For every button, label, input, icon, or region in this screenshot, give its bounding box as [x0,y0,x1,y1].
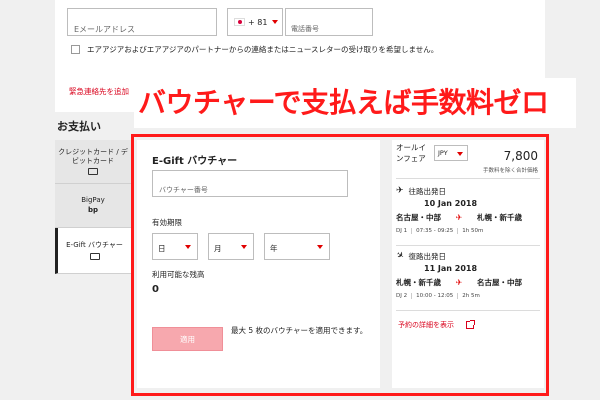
day-label: 日 [158,244,166,253]
voucher-number-input[interactable]: バウチャー番号 [152,170,348,197]
fare-label: オールインフェア [396,143,426,163]
divider [396,310,540,311]
flight-route: 札幌・新千歳 ✈ 名古屋・中部 [396,277,540,288]
promo-banner: バウチャーで支払えば手数料ゼロ [134,78,576,128]
view-booking-details-link[interactable]: 予約の詳細を表示 [398,320,475,330]
expiry-year-select[interactable]: 年 [264,233,330,260]
payment-method-egift[interactable]: E-Gift バウチャー [55,228,131,274]
payment-method-label: E-Gift バウチャー [66,241,123,250]
newsletter-label: エアアジアおよびエアアジアのパートナーからの連絡またはニュースレターの受け取りを… [87,45,439,54]
phone-field[interactable]: 電話番号 [285,8,373,36]
chevron-down-icon [457,152,463,156]
country-code-select[interactable]: + 81 [227,8,283,36]
flight-direction: 往路出発日 [408,186,447,196]
departure-plane-icon: ✈ [396,186,404,196]
flight-destination: 札幌・新千歳 [476,213,522,222]
fare-amount: 7,800 [503,149,538,163]
credit-card-icon [88,168,98,176]
flight-date: 10 Jan 2018 [424,199,478,208]
flight-origin: 名古屋・中部 [396,213,441,222]
expiry-day-select[interactable]: 日 [152,233,198,260]
gift-icon [89,252,100,260]
return-flight: ✈ 復路出発日 11 Jan 2018 札幌・新千歳 ✈ 名古屋・中部 DJ 2… [393,249,540,299]
flight-meta: DJ 2 10:00 - 12:05 2h 5m [396,293,540,299]
currency-select[interactable]: JPY [434,145,468,161]
flight-destination: 名古屋・中部 [476,278,522,287]
apply-voucher-button[interactable]: 適用 [152,327,223,351]
fare-note: 手数料を除く合計価格 [482,168,538,174]
flight-number: DJ 1 [396,228,413,234]
expiry-month-select[interactable]: 月 [208,233,254,260]
chevron-down-icon [241,245,247,249]
chevron-down-icon [317,245,323,249]
payment-method-credit-card[interactable]: クレジットカード / デビットカード [55,140,131,184]
chevron-down-icon [272,20,279,24]
voucher-title: E-Gift バウチャー [152,156,238,167]
flight-duration: 1h 50m [462,228,484,234]
booking-summary: オールインフェア JPY 7,800 手数料を除く合計価格 ✈ 往路出発日 10… [392,140,544,388]
arrival-plane-icon: ✈ [393,249,406,263]
details-link-label: 予約の詳細を表示 [398,321,454,329]
flight-direction: 復路出発日 [408,251,447,261]
expiry-label: 有効期限 [152,218,182,227]
flight-duration: 2h 5m [462,293,480,299]
newsletter-optout[interactable]: エアアジアおよびエアアジアのパートナーからの連絡またはニュースレターの受け取りを… [71,44,438,55]
payment-method-label: BigPay [81,195,105,204]
email-field[interactable]: Eメールアドレス [67,8,217,36]
flight-number: DJ 2 [396,293,413,299]
plane-arrow-icon: ✈ [455,213,463,222]
apply-note: 最大 5 枚のバウチャーを適用できます。 [231,326,368,335]
voucher-panel: E-Gift バウチャー バウチャー番号 有効期限 日 月 年 利用可能な残高 … [137,140,380,388]
payment-title: お支払い [57,120,101,133]
country-code-value: + 81 [248,17,268,27]
plane-arrow-icon: ✈ [455,278,463,287]
flight-time: 10:00 - 12:05 [416,293,459,299]
balance-value: 0 [152,284,159,295]
japan-flag-icon [234,18,245,26]
flight-origin: 札幌・新千歳 [396,278,441,287]
divider [396,178,540,179]
flight-date: 11 Jan 2018 [424,264,478,273]
payment-methods: クレジットカード / デビットカード BigPay bp E-Gift バウチャ… [55,140,131,274]
newsletter-checkbox[interactable] [71,45,80,54]
month-label: 月 [214,244,222,253]
payment-method-label: クレジットカード / デビットカード [58,147,128,165]
flight-time: 07:35 - 09:25 [416,228,459,234]
payment-method-bigpay[interactable]: BigPay bp [55,184,131,228]
bigpay-icon: bp [87,206,99,215]
add-emergency-contact-link[interactable]: 緊急連絡先を追加 [69,86,129,97]
divider [396,245,540,246]
currency-value: JPY [438,149,448,157]
flight-route: 名古屋・中部 ✈ 札幌・新千歳 [396,212,540,223]
flight-meta: DJ 1 07:35 - 09:25 1h 50m [396,228,540,234]
external-link-icon [466,320,475,329]
year-label: 年 [270,244,278,253]
balance-label: 利用可能な残高 [152,270,205,279]
chevron-down-icon [185,245,191,249]
outbound-flight: ✈ 往路出発日 10 Jan 2018 名古屋・中部 ✈ 札幌・新千歳 DJ 1… [396,186,540,234]
